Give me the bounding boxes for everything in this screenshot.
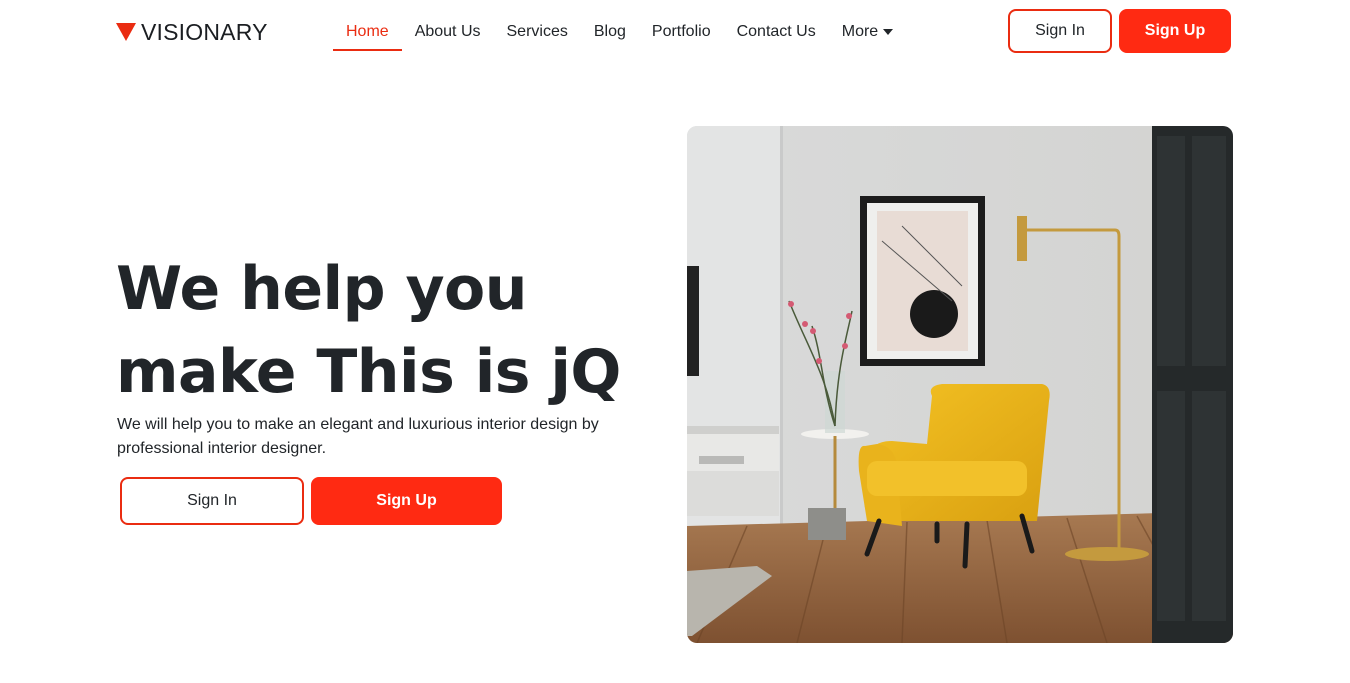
interior-illustration	[687, 126, 1233, 643]
hero-title-line-2: make This is jQ	[116, 337, 621, 407]
hero-subtitle: We will help you to make an elegant and …	[117, 416, 599, 457]
hero-actions: Sign In Sign Up	[120, 477, 502, 525]
brand-logo[interactable]: VISIONARY	[115, 18, 268, 46]
main-nav: Home About Us Services Blog Portfolio Co…	[333, 14, 906, 51]
nav-item-more[interactable]: More	[829, 14, 906, 50]
nav-item-about-us[interactable]: About Us	[402, 14, 494, 50]
nav-item-contact-us[interactable]: Contact Us	[724, 14, 829, 50]
hero-sign-up-button[interactable]: Sign Up	[311, 477, 502, 525]
hero-title-line-1: We help you	[116, 254, 527, 324]
logo-triangle-icon	[116, 23, 136, 41]
brand-name: VISIONARY	[141, 18, 268, 45]
hero-sign-in-button[interactable]: Sign In	[120, 477, 304, 525]
header-sign-up-button[interactable]: Sign Up	[1119, 9, 1231, 53]
nav-item-portfolio[interactable]: Portfolio	[639, 14, 724, 50]
nav-item-more-label: More	[841, 23, 879, 40]
caret-down-icon	[883, 29, 894, 35]
header-actions: Sign In Sign Up	[1008, 9, 1231, 53]
nav-item-services[interactable]: Services	[494, 14, 581, 50]
interior-photo	[687, 126, 1233, 643]
nav-item-home[interactable]: Home	[333, 14, 402, 51]
hero-title: We help you make This is jQ	[116, 248, 656, 414]
site-header: VISIONARY Home About Us Services Blog Po…	[0, 0, 1350, 64]
nav-item-blog[interactable]: Blog	[581, 14, 639, 50]
header-sign-in-button[interactable]: Sign In	[1008, 9, 1112, 53]
